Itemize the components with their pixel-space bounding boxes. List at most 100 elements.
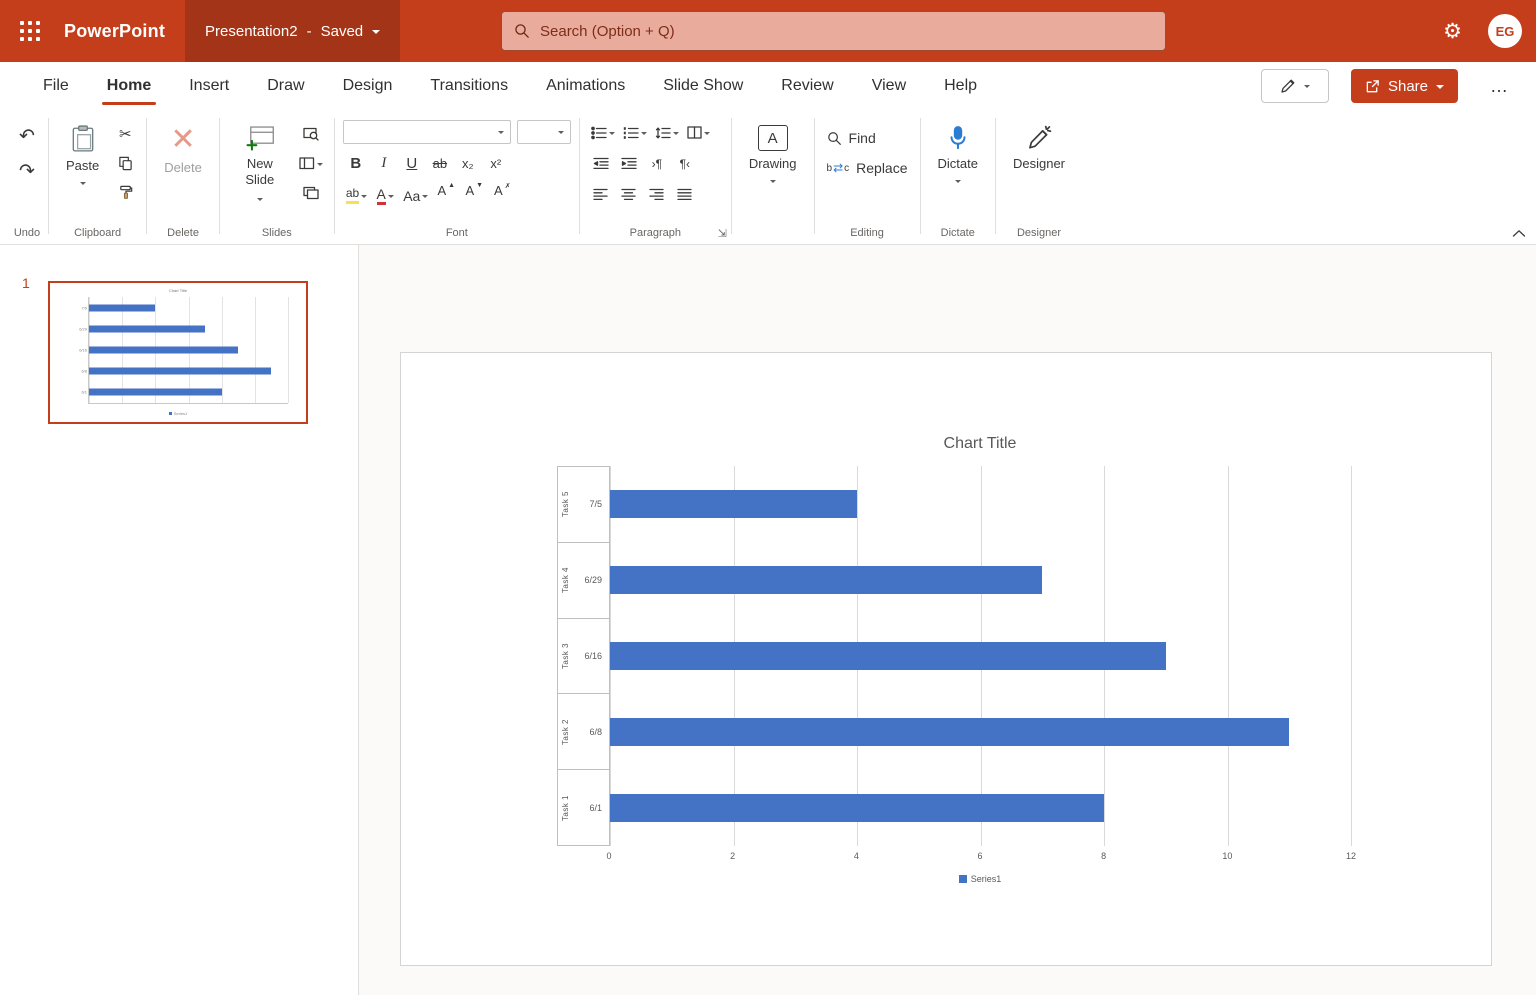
tab-draw[interactable]: Draw: [248, 62, 323, 110]
task-name-label: Task 2: [561, 719, 570, 745]
bold-button[interactable]: B: [343, 151, 369, 176]
new-slide-button[interactable]: New Slide: [228, 120, 292, 209]
more-options-button[interactable]: …: [1480, 72, 1520, 101]
chevron-down-icon: [498, 131, 504, 137]
indent-icon: [621, 157, 637, 170]
chevron-down-icon: [609, 132, 615, 138]
redo-button[interactable]: ↷: [14, 159, 40, 184]
ribbon-group-delete: ✕ Delete Delete: [147, 110, 219, 244]
tab-home[interactable]: Home: [88, 62, 170, 110]
dictate-button[interactable]: Dictate: [929, 120, 987, 191]
chevron-down-icon: [558, 131, 564, 137]
replace-button[interactable]: b⇄c Replace: [823, 158, 912, 178]
paste-button[interactable]: Paste: [57, 120, 108, 193]
font-size-select[interactable]: [517, 120, 571, 144]
decrease-indent-button[interactable]: [588, 151, 614, 176]
reuse-slides-button[interactable]: [296, 122, 326, 147]
tab-insert[interactable]: Insert: [170, 62, 248, 110]
font-name-select[interactable]: [343, 120, 511, 144]
ink-pen-dropdown-button[interactable]: [1261, 69, 1329, 103]
tab-transitions[interactable]: Transitions: [411, 62, 527, 110]
app-launcher-button[interactable]: [0, 0, 60, 62]
copy-button[interactable]: [112, 151, 138, 176]
tab-design[interactable]: Design: [324, 62, 412, 110]
tab-slide-show[interactable]: Slide Show: [644, 62, 762, 110]
chart-title[interactable]: Chart Title: [609, 435, 1351, 453]
drawing-button[interactable]: A Drawing: [740, 120, 806, 191]
font-color-button[interactable]: A: [372, 183, 398, 208]
increase-indent-button[interactable]: [616, 151, 642, 176]
delete-button[interactable]: ✕ Delete: [155, 120, 211, 180]
align-center-button[interactable]: [616, 182, 642, 207]
y-label-row: Task 16/1: [558, 770, 609, 846]
clipboard-icon: [71, 125, 95, 153]
bar-task-4[interactable]: [610, 566, 1042, 594]
search-input[interactable]: [540, 23, 1153, 40]
x-axis-tick-label: 4: [854, 851, 859, 861]
bar-task-3[interactable]: [610, 642, 1166, 670]
subscript-button[interactable]: x₂: [455, 151, 481, 176]
bullets-button[interactable]: [588, 120, 618, 145]
grow-font-button[interactable]: A▲: [433, 183, 459, 208]
duplicate-slide-button[interactable]: [296, 180, 326, 205]
find-button[interactable]: Find: [823, 128, 880, 148]
justify-button[interactable]: [672, 182, 698, 207]
dictate-group-label: Dictate: [921, 227, 995, 239]
share-button[interactable]: Share: [1351, 69, 1458, 103]
layout-icon: [299, 157, 315, 170]
tab-help[interactable]: Help: [925, 62, 996, 110]
x-axis-tick-label: 8: [1101, 851, 1106, 861]
text-highlight-button[interactable]: ab: [343, 183, 370, 208]
rtl-paragraph-button[interactable]: ¶‹: [672, 151, 698, 176]
strikethrough-icon: ab: [433, 156, 447, 171]
ltr-paragraph-button[interactable]: ›¶: [644, 151, 670, 176]
superscript-button[interactable]: x²: [483, 151, 509, 176]
search-bar[interactable]: [501, 11, 1166, 51]
strikethrough-button[interactable]: ab: [427, 151, 453, 176]
shrink-font-button[interactable]: A▼: [461, 183, 487, 208]
underline-button[interactable]: U: [399, 151, 425, 176]
chart-plot[interactable]: [609, 466, 1351, 846]
paragraph-dialog-launcher[interactable]: ⇲: [718, 227, 727, 240]
chevron-down-icon: [317, 163, 323, 169]
cut-button[interactable]: ✂: [112, 122, 138, 147]
app-name: PowerPoint: [64, 21, 165, 42]
chart-x-axis: 024681012: [609, 851, 1351, 865]
account-avatar[interactable]: EG: [1488, 14, 1522, 48]
chevron-down-icon: [673, 132, 679, 138]
change-case-button[interactable]: Aa: [400, 183, 431, 208]
ribbon-group-designer: Designer Designer: [996, 110, 1082, 244]
tab-animations[interactable]: Animations: [527, 62, 644, 110]
bar-task-1[interactable]: [610, 794, 1104, 822]
date-label: 6/1: [589, 803, 602, 813]
bar-task-2[interactable]: [610, 718, 1289, 746]
settings-gear-icon[interactable]: ⚙: [1443, 21, 1462, 42]
format-painter-button[interactable]: [112, 180, 138, 205]
subscript-icon: x₂: [462, 156, 474, 171]
columns-button[interactable]: [684, 120, 713, 145]
waffle-icon: [20, 21, 40, 41]
mini-rows: 7/56/296/166/86/1: [89, 297, 288, 403]
mini-bar: [89, 389, 222, 396]
tab-review[interactable]: Review: [762, 62, 852, 110]
align-right-button[interactable]: [644, 182, 670, 207]
undo-button[interactable]: ↶: [14, 124, 40, 149]
designer-button[interactable]: Designer: [1004, 120, 1074, 176]
x-axis-tick-label: 10: [1222, 851, 1232, 861]
y-label-row: Task 26/8: [558, 694, 609, 770]
layout-button[interactable]: [296, 151, 326, 176]
numbering-button[interactable]: [620, 120, 650, 145]
bar-task-5[interactable]: [610, 490, 857, 518]
italic-button[interactable]: I: [371, 151, 397, 176]
document-title-button[interactable]: Presentation2 - Saved: [185, 0, 400, 62]
chart-legend: Series1: [609, 874, 1351, 884]
collapse-ribbon-button[interactable]: [1512, 229, 1526, 238]
align-left-button[interactable]: [588, 182, 614, 207]
tab-file[interactable]: File: [24, 62, 88, 110]
clear-formatting-button[interactable]: A✗: [489, 183, 515, 208]
slide-1-canvas[interactable]: Chart Title Task 57/5Task 46/29Task 36/1…: [400, 352, 1492, 966]
line-spacing-button[interactable]: [652, 120, 682, 145]
slide-thumbnail-1[interactable]: Chart Title 7/56/296/166/86/1 Series1: [48, 281, 308, 424]
tab-view[interactable]: View: [853, 62, 925, 110]
date-label: 6/16: [584, 651, 602, 661]
